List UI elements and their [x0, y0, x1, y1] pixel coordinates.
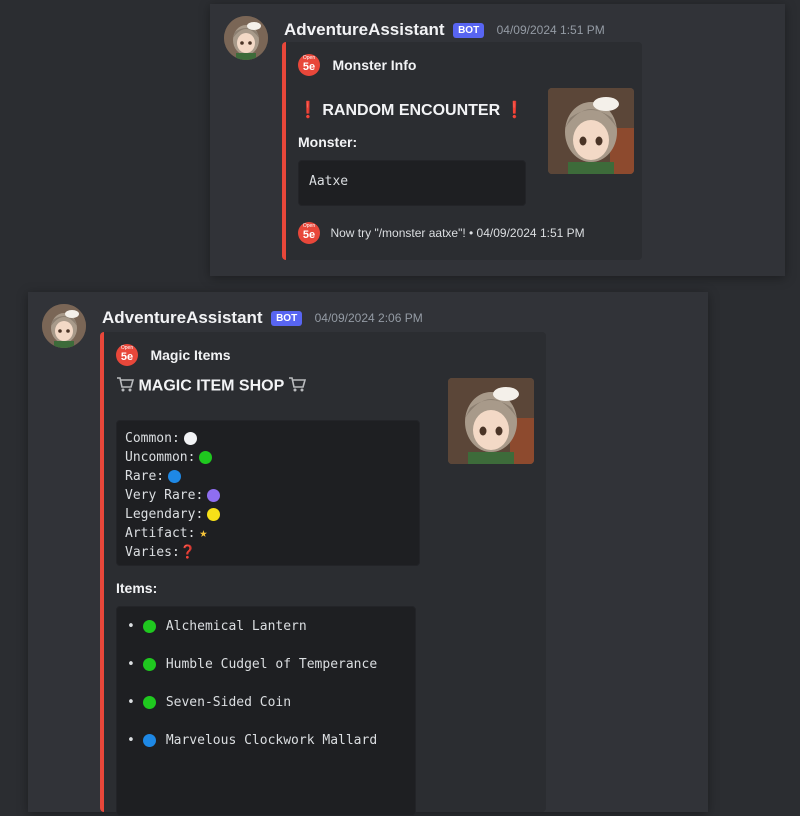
yellow-circle-icon — [207, 508, 221, 521]
item-name: Alchemical Lantern — [165, 619, 307, 634]
item-name: Seven-Sided Coin — [165, 695, 292, 710]
item-row: • Humble Cudgel of Temperance — [127, 657, 378, 672]
green-circle-icon — [142, 658, 156, 671]
key-row-common: Common: — [125, 429, 411, 448]
message-header: AdventureAssistant BOT 04/09/2024 2:06 P… — [102, 308, 423, 328]
open5e-icon: Open 5e — [298, 54, 320, 76]
message-panel-magic-items: AdventureAssistant BOT 04/09/2024 2:06 P… — [28, 292, 708, 816]
embed-title: MAGIC ITEM SHOP — [116, 376, 307, 397]
embed-author-name: Monster Info — [332, 57, 417, 73]
item-name: Humble Cudgel of Temperance — [165, 657, 378, 672]
open5e-icon: Open 5e — [298, 222, 320, 244]
embed-thumbnail[interactable] — [548, 88, 634, 174]
embed-author: Open 5e Magic Items — [116, 344, 231, 366]
embed-monster-info: Open 5e Monster Info ❗ RANDOM ENCOUNTER … — [282, 42, 642, 260]
embed-title-text: MAGIC ITEM SHOP — [138, 377, 284, 395]
bot-avatar[interactable] — [42, 304, 86, 348]
item-name: Marvelous Clockwork Mallard — [165, 733, 378, 748]
blue-circle-icon — [142, 734, 156, 747]
exclamation-icon: ❗ — [504, 102, 525, 119]
message-timestamp[interactable]: 04/09/2024 1:51 PM — [497, 23, 605, 37]
bot-avatar[interactable] — [224, 16, 268, 60]
question-mark-icon: ❓ — [179, 545, 196, 560]
key-row-very-rare: Very Rare: — [125, 486, 411, 505]
username[interactable]: AdventureAssistant — [284, 20, 445, 39]
key-row-uncommon: Uncommon: — [125, 448, 411, 467]
item-row: • Alchemical Lantern — [127, 619, 307, 634]
key-row-artifact: Artifact: ★ — [125, 526, 208, 541]
exclamation-icon: ❗ — [298, 102, 318, 119]
field-name-items: Items: — [116, 580, 158, 596]
embed-title: ❗ RANDOM ENCOUNTER ❗ — [298, 100, 525, 120]
green-circle-icon — [142, 696, 156, 709]
rarity-key-codeblock: Common: Uncommon: Rare: Very Rare: Legen… — [116, 420, 420, 566]
footer-text: Now try "/monster aatxe"! • 04/09/2024 1… — [330, 226, 585, 240]
username[interactable]: AdventureAssistant — [102, 308, 263, 327]
shopping-cart-icon — [288, 376, 307, 397]
green-circle-icon — [142, 620, 156, 633]
message-panel-monster: AdventureAssistant BOT 04/09/2024 1:51 P… — [210, 4, 785, 276]
message-header: AdventureAssistant BOT 04/09/2024 1:51 P… — [284, 20, 605, 40]
key-row-legendary: Legendary: — [125, 505, 411, 524]
embed-author: Open 5e Monster Info — [298, 54, 416, 76]
embed-magic-items: Open 5e Magic Items MAGIC ITEM SHOP Comm… — [100, 332, 546, 816]
embed-thumbnail[interactable] — [448, 378, 534, 464]
items-codeblock: • Alchemical Lantern • Humble Cudgel of Te… — [116, 606, 416, 816]
star-icon: ★ — [199, 526, 208, 541]
key-row-varies: Varies:❓ — [125, 545, 196, 560]
open5e-icon: Open 5e — [116, 344, 138, 366]
green-circle-icon — [199, 451, 213, 464]
embed-footer: Open 5e Now try "/monster aatxe"! • 04/0… — [298, 222, 585, 244]
monster-name: Aatxe — [309, 174, 349, 189]
embed-author-name: Magic Items — [150, 347, 231, 363]
item-row: • Marvelous Clockwork Mallard — [127, 733, 378, 748]
purple-circle-icon — [207, 489, 221, 502]
blue-circle-icon — [168, 470, 182, 483]
embed-title-text: RANDOM ENCOUNTER — [322, 102, 501, 119]
item-row: • Seven-Sided Coin — [127, 695, 292, 710]
key-row-rare: Rare: — [125, 467, 411, 486]
shopping-cart-icon — [116, 376, 135, 397]
monster-codeblock: Aatxe — [298, 160, 526, 206]
bot-tag: BOT — [271, 310, 303, 326]
message-timestamp[interactable]: 04/09/2024 2:06 PM — [315, 311, 423, 325]
bot-tag: BOT — [453, 22, 485, 38]
field-name-monster: Monster: — [298, 134, 358, 150]
white-circle-icon — [183, 432, 197, 445]
